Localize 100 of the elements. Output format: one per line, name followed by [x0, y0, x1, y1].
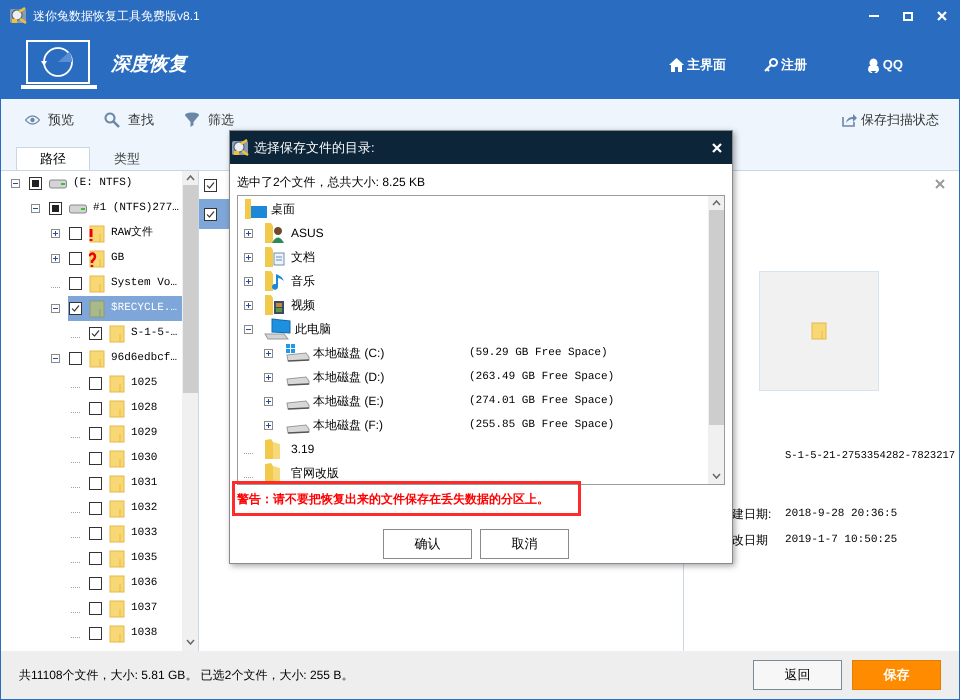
checkbox[interactable] — [69, 227, 82, 240]
scrollbar[interactable] — [182, 171, 198, 651]
checkbox[interactable] — [89, 427, 102, 440]
folder-name[interactable]: 本地磁盘 (F:) — [313, 416, 383, 434]
home-icon — [668, 58, 684, 72]
tree-item[interactable]: 1033 — [88, 521, 182, 546]
tree-item[interactable]: S-1-5-… — [88, 321, 182, 346]
collapse-toggle[interactable] — [51, 354, 60, 363]
folder-name[interactable]: ASUS — [291, 224, 324, 242]
tree-item[interactable]: 1029 — [88, 421, 182, 446]
expand-toggle[interactable] — [244, 228, 253, 238]
folder-name[interactable]: 3.19 — [291, 440, 314, 458]
status-text: 共11108个文件，大小: 5.81 GB。 已选2个文件，大小: 255 B。 — [19, 667, 354, 684]
nav-link[interactable]: 主界面 — [668, 55, 726, 75]
warning-text: 警告：请不要把恢复出来的文件保存在丢失数据的分区上。 — [237, 491, 550, 508]
tree-item[interactable]: System Vo… — [68, 271, 182, 296]
app-icon — [231, 138, 249, 156]
expand-toggle[interactable] — [244, 252, 253, 262]
folder-name[interactable]: 本地磁盘 (D:) — [313, 368, 384, 386]
tree-item[interactable]: #1 (NTFS)277… — [48, 196, 182, 221]
checkbox[interactable] — [89, 402, 102, 415]
collapse-toggle[interactable] — [31, 204, 40, 213]
tree-item[interactable]: 1030 — [88, 446, 182, 471]
expand-toggle[interactable] — [51, 229, 60, 238]
tree-item[interactable]: 96d6edbcf… — [68, 346, 182, 371]
checkbox[interactable] — [69, 277, 82, 290]
back-button[interactable]: 返回 — [753, 660, 842, 690]
tree-item[interactable]: 1031 — [88, 471, 182, 496]
checkbox[interactable] — [89, 502, 102, 515]
collapse-toggle[interactable] — [11, 179, 20, 188]
expand-toggle[interactable] — [51, 254, 60, 263]
folder-icon — [109, 400, 125, 418]
free-space: (255.85 GB Free Space) — [469, 418, 614, 433]
checkbox[interactable] — [89, 552, 102, 565]
tree-item[interactable]: (E: NTFS) — [28, 171, 182, 196]
expand-toggle[interactable] — [264, 348, 273, 358]
folder-name[interactable]: 本地磁盘 (C:) — [313, 344, 384, 362]
drive-icon — [49, 178, 67, 188]
checkbox[interactable] — [69, 302, 82, 315]
toolbar-button[interactable]: 筛选 — [184, 110, 234, 130]
nav-link[interactable]: 注册 — [764, 55, 807, 75]
checkbox[interactable] — [89, 377, 102, 390]
expand-toggle[interactable] — [244, 300, 253, 310]
expand-toggle[interactable] — [264, 372, 273, 382]
tab[interactable]: 类型 — [90, 147, 164, 170]
checkbox[interactable] — [49, 202, 62, 215]
expand-toggle[interactable] — [264, 396, 273, 406]
tree-item[interactable]: 1035 — [88, 546, 182, 571]
checkbox[interactable] — [29, 177, 42, 190]
scrollbar[interactable] — [708, 196, 724, 484]
folder-name[interactable]: 文档 — [291, 248, 315, 266]
collapse-toggle[interactable] — [51, 304, 60, 313]
checkbox[interactable] — [89, 577, 102, 590]
scroll-up-icon[interactable] — [186, 175, 194, 181]
folder-name[interactable]: 官网改版 — [291, 464, 339, 482]
tree-item[interactable]: GB — [68, 246, 182, 271]
checkbox[interactable] — [89, 627, 102, 640]
folder-name[interactable]: 桌面 — [271, 200, 295, 218]
folder-name[interactable]: 此电脑 — [295, 320, 331, 338]
drive-icon — [69, 204, 87, 214]
nav-link[interactable]: QQ — [866, 55, 903, 75]
expand-toggle[interactable] — [244, 276, 253, 286]
checkbox[interactable] — [89, 602, 102, 615]
folder-name[interactable]: 音乐 — [291, 272, 315, 290]
folder-icon — [89, 350, 105, 368]
confirm-button[interactable]: 确认 — [383, 529, 472, 559]
window-title: 迷你兔数据恢复工具免费版v8.1 — [33, 8, 200, 25]
selection-summary: 选中了2个文件，总共大小: 8.25 KB — [237, 174, 426, 191]
folder-icon — [109, 500, 125, 518]
folder-icon — [109, 374, 125, 392]
scroll-up-icon[interactable] — [712, 200, 720, 206]
tree-item[interactable]: 1025 — [88, 371, 182, 396]
toolbar-button[interactable]: 预览 — [25, 110, 74, 130]
checkbox[interactable] — [89, 477, 102, 490]
maximize-icon[interactable] — [903, 12, 913, 20]
field-label: 改日期 — [732, 532, 769, 549]
tree-item[interactable]: 1028 — [88, 396, 182, 421]
folder-name[interactable]: 视频 — [291, 296, 315, 314]
collapse-toggle[interactable] — [244, 324, 253, 334]
tree-item[interactable]: 1032 — [88, 496, 182, 521]
toolbar-button[interactable]: 查找 — [104, 110, 154, 130]
tree-item[interactable]: RAW文件 — [68, 221, 182, 246]
checkbox[interactable] — [69, 352, 82, 365]
cancel-button[interactable]: 取消 — [480, 529, 569, 559]
tree-item[interactable]: 1036 — [88, 571, 182, 596]
checkbox[interactable] — [89, 327, 102, 340]
tab[interactable]: 路径 — [16, 147, 90, 170]
checkbox[interactable] — [89, 452, 102, 465]
scroll-down-icon[interactable] — [186, 639, 194, 645]
expand-toggle[interactable] — [264, 420, 273, 430]
tree-item[interactable]: 1038 — [88, 621, 182, 646]
checkbox[interactable] — [204, 208, 217, 220]
tree-item[interactable]: 1037 — [88, 596, 182, 621]
scroll-down-icon[interactable] — [712, 473, 720, 479]
save-scan-state-button[interactable]: 保存扫描状态 — [842, 110, 939, 130]
drive-icon — [284, 400, 310, 410]
checkbox[interactable] — [69, 252, 82, 265]
checkbox[interactable] — [89, 527, 102, 540]
checkbox[interactable] — [204, 178, 217, 192]
folder-name[interactable]: 本地磁盘 (E:) — [313, 392, 384, 410]
